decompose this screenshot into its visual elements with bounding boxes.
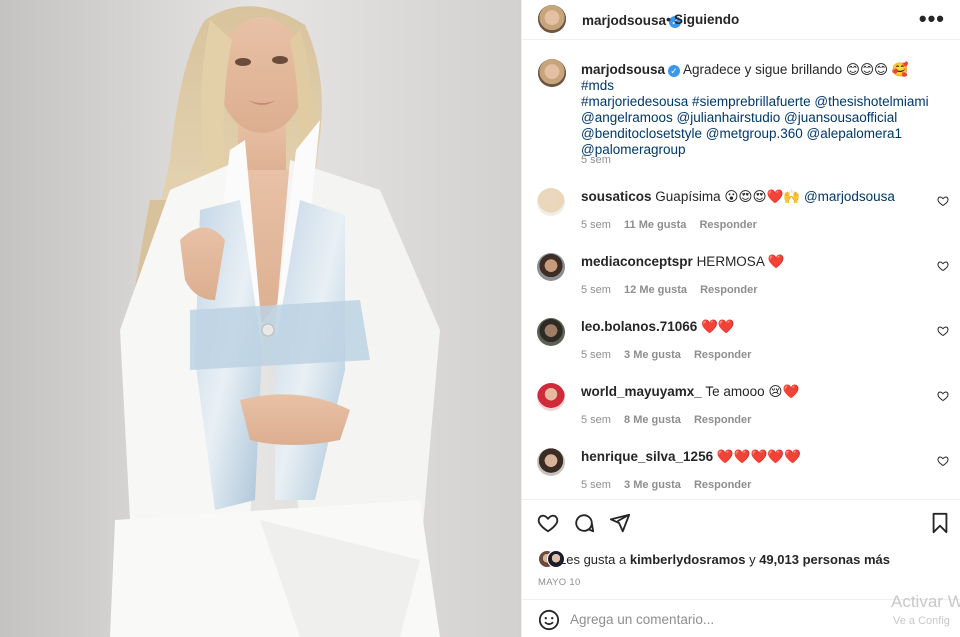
caption-hashtag[interactable]: #mds — [581, 78, 614, 93]
comment-meta: 5 sem 3 Me gusta Responder — [581, 479, 761, 491]
comment-time[interactable]: 5 sem — [581, 219, 611, 231]
commenter-avatar[interactable] — [537, 253, 565, 281]
comment-body: Te amooo 😢❤️ — [705, 384, 800, 399]
post-image — [0, 0, 521, 637]
liker-username[interactable]: kimberlydosramos — [630, 552, 746, 567]
caption-username[interactable]: marjodsousa — [581, 62, 665, 77]
heart-icon[interactable] — [937, 260, 949, 272]
comment-body: HERMOSA ❤️ — [696, 254, 785, 269]
commenter-username[interactable]: leo.bolanos.71066 — [581, 319, 697, 334]
comment-text: henrique_silva_1256 ❤️❤️❤️❤️❤️ — [581, 449, 921, 465]
caption-line-4[interactable]: @benditoclosetstyle @metgroup.360 @alepa… — [581, 126, 902, 141]
comment-body: Guapísima 😮😍😍❤️🙌 — [655, 189, 801, 204]
comment-meta: 5 sem 8 Me gusta Responder — [581, 414, 761, 426]
likes-connector: y — [749, 552, 756, 567]
commenter-username[interactable]: sousaticos — [581, 189, 652, 204]
commenter-avatar[interactable] — [537, 448, 565, 476]
commenter-username[interactable]: mediaconceptspr — [581, 254, 693, 269]
caption-line-3[interactable]: @angelramoos @julianhairstudio @juansous… — [581, 110, 897, 125]
heart-icon[interactable] — [937, 325, 949, 337]
comment-item: world_mayuyamx_ Te amooo 😢❤️ 5 sem 8 Me … — [522, 380, 960, 445]
activation-watermark: Activar W — [891, 592, 960, 611]
likes-summary: Les gusta a kimberlydosramos y 49,013 pe… — [559, 552, 890, 567]
comment-meta: 5 sem 11 Me gusta Responder — [581, 219, 767, 231]
post-photo[interactable] — [0, 0, 521, 637]
reply-button[interactable]: Responder — [694, 414, 751, 426]
following-button[interactable]: Siguiendo — [674, 12, 739, 27]
post-header: marjodsousa ✓ • Siguiendo ••• — [522, 0, 960, 40]
comment-time[interactable]: 5 sem — [581, 349, 611, 361]
comment-time[interactable]: 5 sem — [581, 479, 611, 491]
caption-line-2[interactable]: #marjoriedesousa #siemprebrillafuerte @t… — [581, 94, 929, 109]
emoji-icon[interactable] — [538, 609, 560, 631]
comment-likes[interactable]: 3 Me gusta — [624, 349, 681, 361]
comment-icon[interactable] — [573, 512, 595, 534]
activation-watermark-sub: Ve a Config — [893, 615, 950, 627]
comment-mention[interactable]: @marjodsousa — [804, 189, 895, 204]
caption-text: Agradece y sigue brillando 😊😊😊 🥰 — [683, 62, 909, 77]
comment-item: leo.bolanos.71066 ❤️❤️ 5 sem 3 Me gusta … — [522, 315, 960, 380]
reply-button[interactable]: Responder — [699, 219, 756, 231]
likes-prefix: Les gusta a — [559, 552, 627, 567]
more-icon[interactable]: ••• — [919, 6, 945, 32]
comment-body: ❤️❤️❤️❤️❤️ — [716, 449, 801, 464]
comment-likes[interactable]: 12 Me gusta — [624, 284, 687, 296]
reply-button[interactable]: Responder — [694, 349, 751, 361]
caption: marjodsousa ✓ Agradece y sigue brillando … — [581, 62, 941, 158]
commenter-username[interactable]: world_mayuyamx_ — [581, 384, 702, 399]
commenter-avatar[interactable] — [537, 318, 565, 346]
comment-item: sousaticos Guapísima 😮😍😍❤️🙌 @marjodsousa… — [522, 185, 960, 250]
comment-likes[interactable]: 8 Me gusta — [624, 414, 681, 426]
verified-icon: ✓ — [668, 65, 681, 77]
reply-button[interactable]: Responder — [694, 479, 751, 491]
share-icon[interactable] — [609, 512, 631, 534]
comment-likes[interactable]: 3 Me gusta — [624, 479, 681, 491]
comment-item: mediaconceptspr HERMOSA ❤️ 5 sem 12 Me g… — [522, 250, 960, 315]
post-date[interactable]: MAYO 10 — [538, 577, 581, 588]
post-panel: marjodsousa ✓ • Siguiendo ••• marjodsousa… — [521, 0, 960, 637]
comment-text: world_mayuyamx_ Te amooo 😢❤️ — [581, 384, 921, 400]
comment-input[interactable] — [570, 608, 850, 630]
separator-dot: • — [666, 11, 671, 27]
comment-meta: 5 sem 12 Me gusta Responder — [581, 284, 768, 296]
bookmark-icon[interactable] — [930, 512, 950, 534]
author-avatar[interactable] — [538, 5, 566, 33]
reply-button[interactable]: Responder — [700, 284, 757, 296]
commenter-username[interactable]: henrique_silva_1256 — [581, 449, 713, 464]
commenter-avatar[interactable] — [537, 188, 565, 216]
likes-count[interactable]: 49,013 personas más — [759, 552, 890, 567]
comment-text: mediaconceptspr HERMOSA ❤️ — [581, 254, 921, 270]
comment-text: sousaticos Guapísima 😮😍😍❤️🙌 @marjodsousa — [581, 189, 921, 205]
heart-icon[interactable] — [937, 195, 949, 207]
commenter-avatar[interactable] — [537, 383, 565, 411]
comment-likes[interactable]: 11 Me gusta — [624, 219, 686, 231]
heart-icon[interactable] — [937, 455, 949, 467]
comment-text: leo.bolanos.71066 ❤️❤️ — [581, 319, 921, 335]
heart-icon[interactable] — [937, 390, 949, 402]
username-text[interactable]: marjodsousa — [582, 13, 666, 28]
comment-body: ❤️❤️ — [701, 319, 735, 334]
caption-avatar[interactable] — [538, 59, 566, 87]
comment-time[interactable]: 5 sem — [581, 414, 611, 426]
comment-meta: 5 sem 3 Me gusta Responder — [581, 349, 761, 361]
caption-time[interactable]: 5 sem — [581, 154, 611, 166]
comment-time[interactable]: 5 sem — [581, 284, 611, 296]
like-heart-icon[interactable] — [537, 512, 559, 534]
